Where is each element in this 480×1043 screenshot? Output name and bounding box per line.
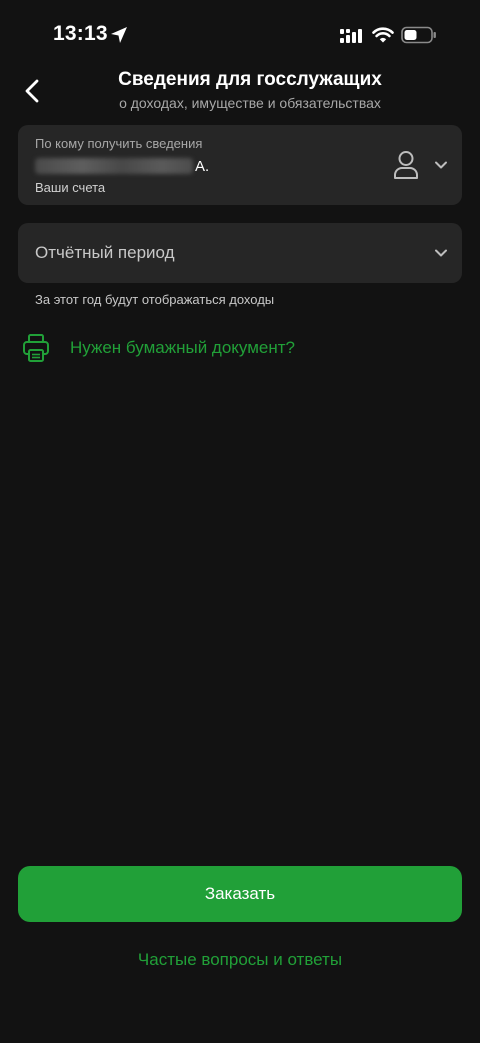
chevron-down-icon bbox=[435, 249, 447, 257]
page-title: Сведения для госслужащих bbox=[118, 69, 382, 90]
location-arrow-icon bbox=[111, 27, 127, 43]
paper-document-link[interactable]: Нужен бумажный документ? bbox=[22, 332, 295, 364]
recipient-account: Ваши счета bbox=[35, 180, 106, 195]
chevron-down-icon bbox=[435, 161, 447, 169]
order-button[interactable]: Заказать bbox=[18, 866, 462, 922]
screen: 13:13 Сведения для госслужащих о доходах… bbox=[0, 0, 480, 1043]
recipient-name-suffix: А. bbox=[195, 157, 210, 175]
paper-document-label: Нужен бумажный документ? bbox=[70, 338, 296, 357]
period-label: Отчётный период bbox=[35, 243, 175, 262]
back-button[interactable] bbox=[18, 76, 48, 106]
redacted-name bbox=[35, 158, 193, 174]
period-hint: За этот год будут отображаться доходы bbox=[35, 292, 275, 307]
status-bar: 13:13 bbox=[0, 0, 480, 70]
faq-link[interactable]: Частые вопросы и ответы bbox=[0, 950, 480, 970]
status-time: 13:13 bbox=[53, 22, 108, 45]
cellular-signal-icon bbox=[340, 29, 362, 43]
wifi-icon bbox=[372, 27, 394, 43]
page-subtitle: о доходах, имуществе и обязательствах bbox=[119, 95, 381, 111]
person-icon bbox=[394, 151, 418, 179]
period-selector[interactable]: Отчётный период bbox=[18, 223, 462, 283]
recipient-name: А. bbox=[35, 156, 209, 176]
recipient-selector[interactable]: По кому получить сведения А. Ваши счета bbox=[18, 125, 462, 205]
printer-icon bbox=[23, 334, 49, 362]
battery-icon bbox=[401, 26, 436, 44]
recipient-label: По кому получить сведения bbox=[35, 136, 203, 151]
